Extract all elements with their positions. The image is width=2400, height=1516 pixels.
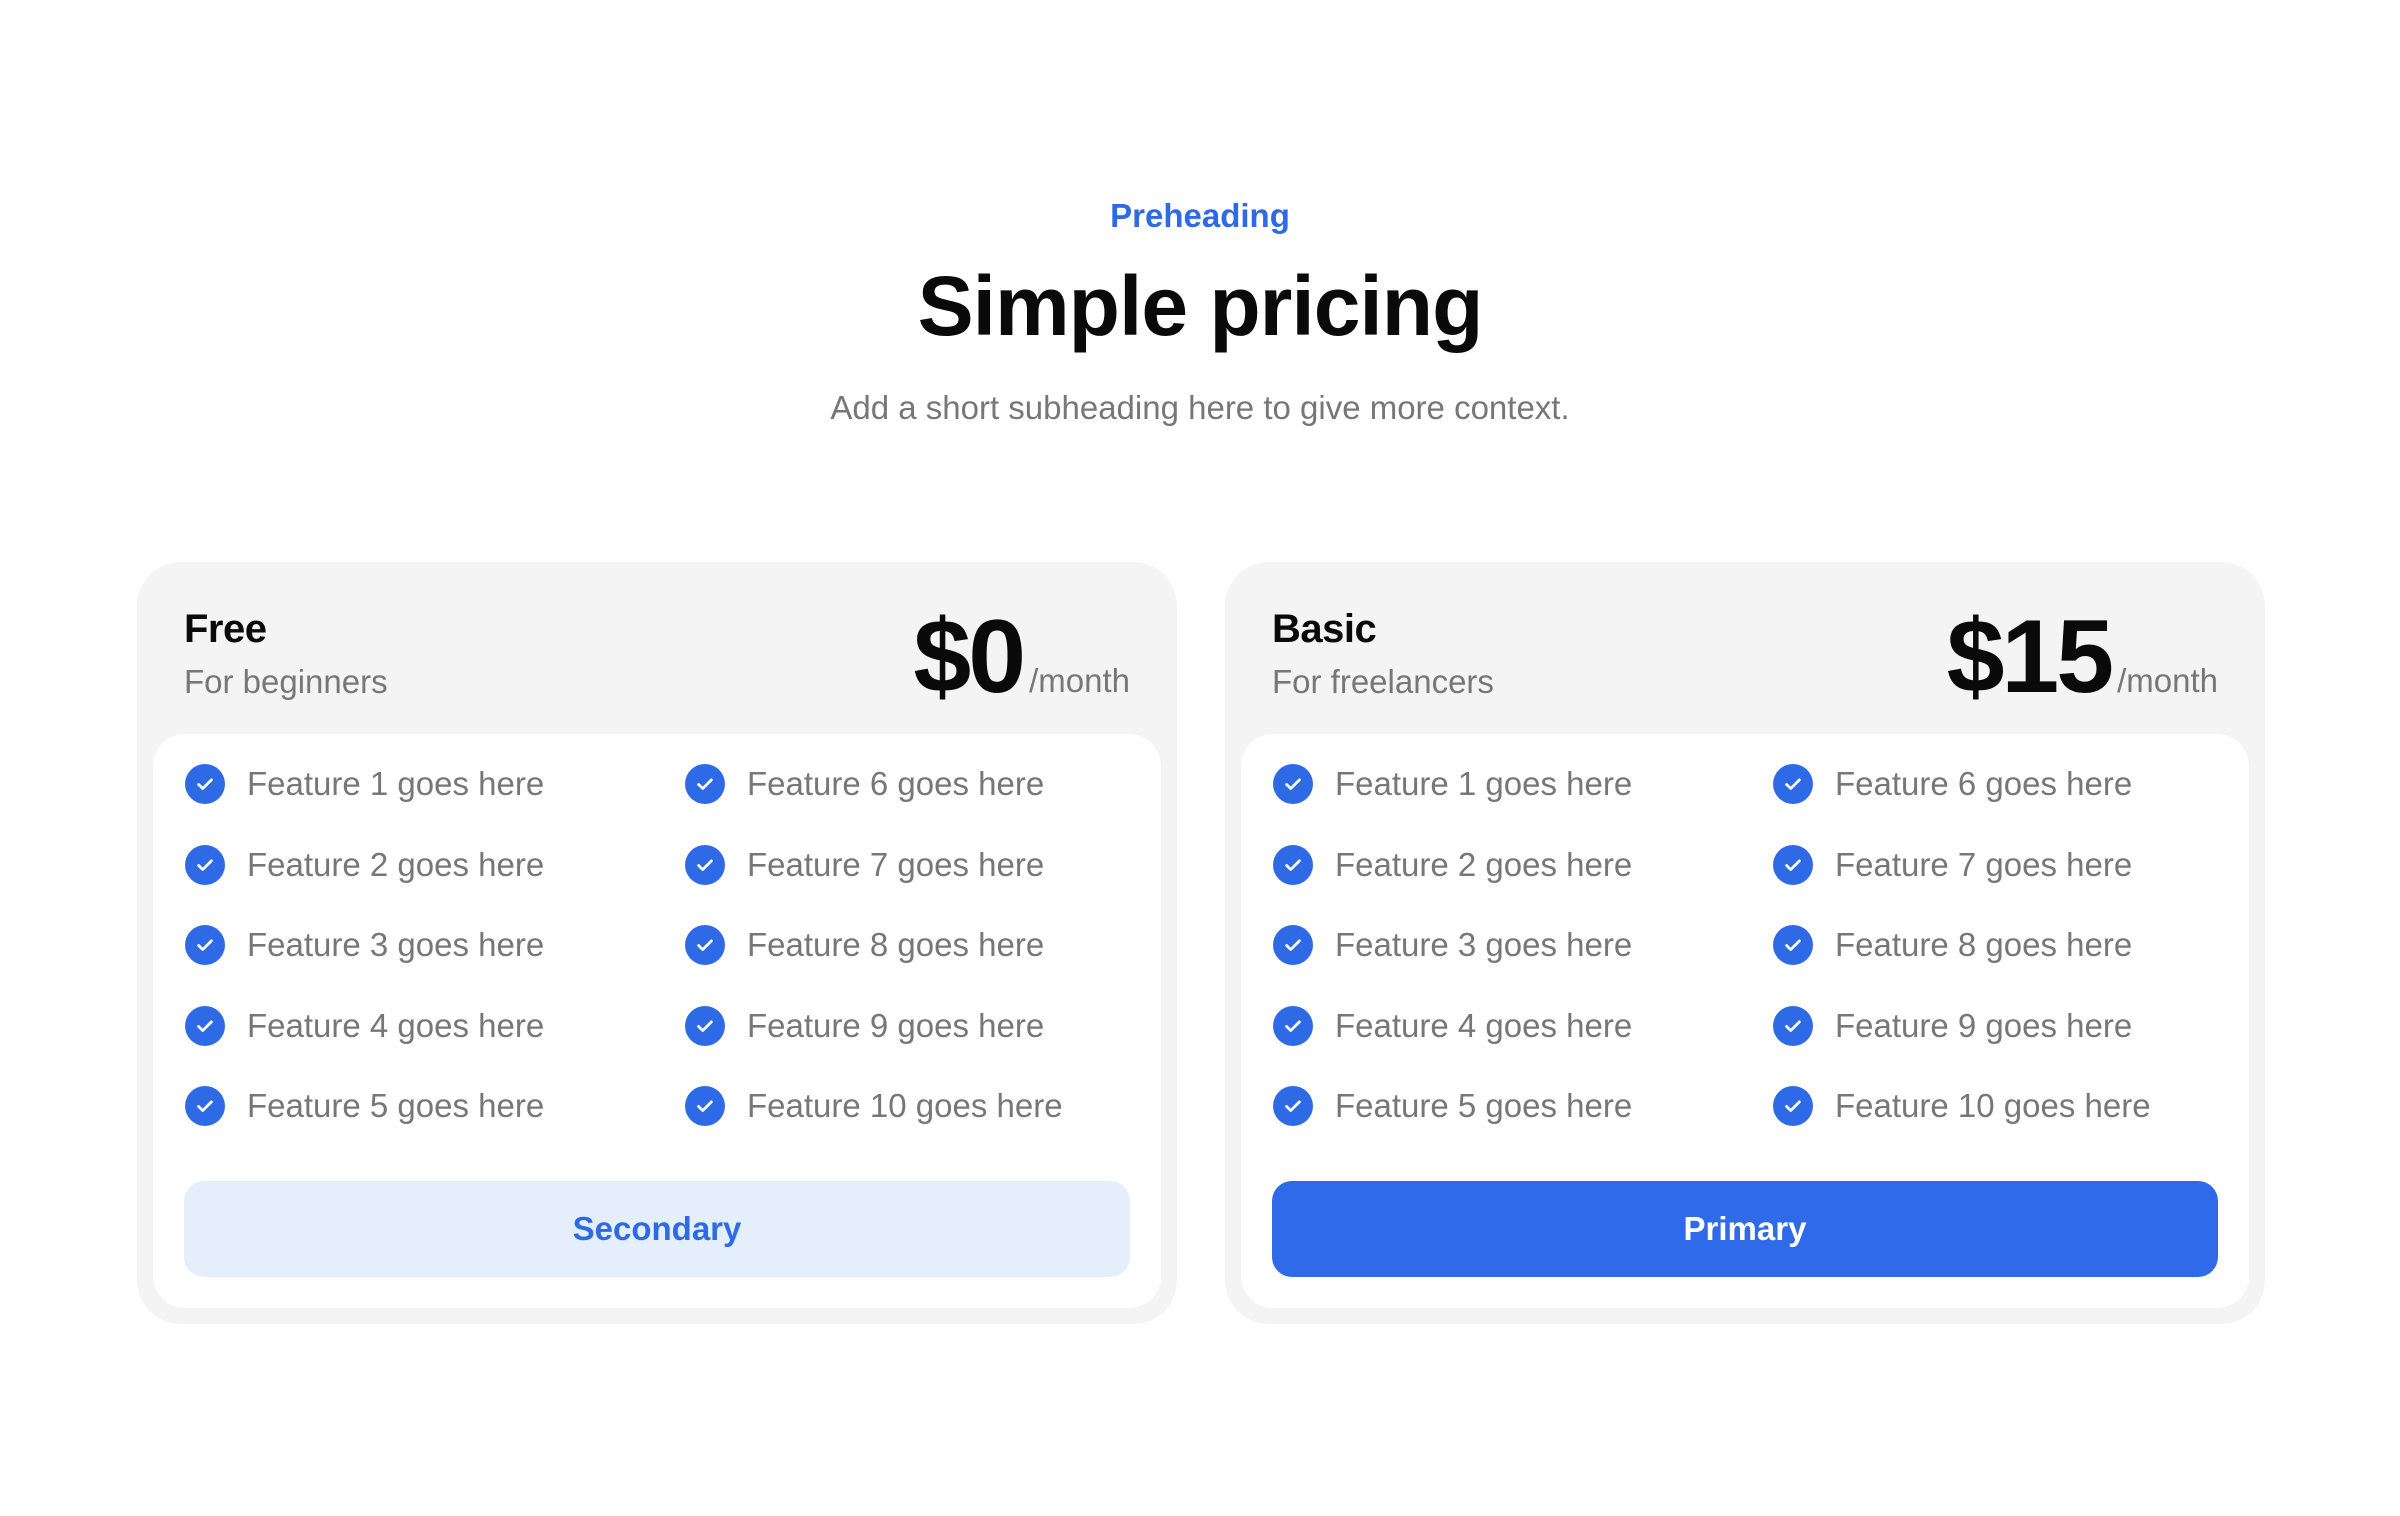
check-circle-icon [685,764,725,804]
feature-item: Feature 7 goes here [1773,843,2132,887]
feature-label: Feature 4 goes here [1335,1006,1633,1044]
check-circle-icon [1773,844,1813,885]
feature-item: Feature 10 goes here [1773,1084,2151,1128]
check-circle-icon [185,764,225,804]
feature-label: Feature 5 goes here [247,1087,545,1124]
feature-item: Feature 6 goes here [1773,762,2132,806]
plan-price-group: $15 /month [1947,602,2218,712]
feature-item: Feature 9 goes here [685,1004,1044,1048]
feature-item: Feature 8 goes here [1773,923,2132,967]
feature-item: Feature 8 goes here [685,923,1044,967]
check-circle-icon [1273,764,1313,804]
feature-label: Feature 10 goes here [1835,1087,2151,1124]
check-circle-icon [1773,1005,1813,1046]
feature-item: Feature 6 goes here [685,762,1044,806]
primary-button[interactable]: Primary [1272,1181,2218,1277]
check-circle-icon [185,844,225,885]
plan-period: /month [2117,662,2218,699]
feature-item: Feature 2 goes here [185,843,544,887]
feature-item: Feature 4 goes here [185,1004,544,1048]
feature-label: Feature 6 goes here [1835,765,2133,802]
feature-label: Feature 10 goes here [747,1087,1063,1124]
subheading: Add a short subheading here to give more… [830,389,1570,426]
feature-item: Feature 10 goes here [685,1084,1063,1128]
check-circle-icon [1273,925,1313,965]
plan-period: /month [1029,662,1130,699]
feature-label: Feature 4 goes here [247,1006,545,1044]
feature-label: Feature 9 goes here [747,1006,1045,1044]
check-circle-icon [1273,1005,1313,1046]
page-title: Simple pricing [917,259,1484,353]
feature-panel: Feature 1 goes here Feature 2 goes here Fe… [153,734,1161,1308]
feature-panel: Feature 1 goes here Feature 2 goes here Fe… [1241,734,2249,1308]
feature-item: Feature 4 goes here [1273,1004,1632,1048]
check-circle-icon [1773,764,1813,804]
plan-card-free: Free For beginners $0 /month Feature 1 g… [137,562,1177,1324]
plan-card-basic: Basic For freelancers $15 /month Feature… [1225,562,2265,1324]
feature-item: Feature 3 goes here [185,923,544,967]
check-circle-icon [1773,1086,1813,1126]
plan-price: $0 [913,599,1026,715]
plan-description: For beginners [184,663,388,700]
feature-label: Feature 1 goes here [1335,765,1633,802]
plan-description: For freelancers [1272,663,1494,700]
feature-item: Feature 2 goes here [1273,843,1632,887]
feature-item: Feature 5 goes here [185,1084,544,1128]
check-circle-icon [685,925,725,965]
check-circle-icon [685,1005,725,1046]
check-circle-icon [185,1086,225,1126]
feature-label: Feature 8 goes here [747,926,1045,963]
check-circle-icon [1773,925,1813,965]
feature-label: Feature 6 goes here [747,765,1045,802]
feature-item: Feature 3 goes here [1273,923,1632,967]
check-circle-icon [1273,844,1313,885]
check-circle-icon [185,925,225,965]
feature-item: Feature 7 goes here [685,843,1044,887]
feature-label: Feature 9 goes here [1835,1006,2133,1044]
check-circle-icon [1273,1086,1313,1126]
feature-item: Feature 5 goes here [1273,1084,1632,1128]
plan-name: Free [184,607,267,651]
feature-label: Feature 8 goes here [1835,926,2133,963]
feature-label: Feature 1 goes here [247,765,545,802]
feature-label: Feature 2 goes here [1335,845,1633,883]
feature-item: Feature 1 goes here [185,762,544,806]
check-circle-icon [685,1086,725,1126]
feature-label: Feature 7 goes here [747,845,1045,883]
secondary-button[interactable]: Secondary [184,1181,1130,1277]
plan-price-group: $0 /month [913,602,1130,712]
preheading: Preheading [1110,197,1290,234]
feature-label: Feature 5 goes here [1335,1087,1633,1124]
feature-label: Feature 3 goes here [247,926,545,963]
feature-label: Feature 3 goes here [1335,926,1633,963]
feature-item: Feature 1 goes here [1273,762,1632,806]
check-circle-icon [685,844,725,885]
plan-name: Basic [1272,607,1377,651]
feature-item: Feature 9 goes here [1773,1004,2132,1048]
check-circle-icon [185,1005,225,1046]
plan-price: $15 [1946,599,2115,715]
feature-label: Feature 2 goes here [247,845,545,883]
feature-label: Feature 7 goes here [1835,845,2133,883]
